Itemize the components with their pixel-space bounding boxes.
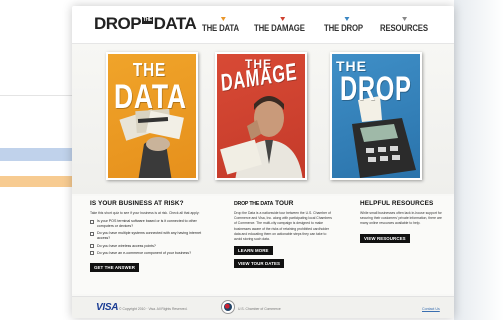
get-the-answer-button[interactable]: GET THE ANSWER (90, 262, 139, 272)
triangle-marker-icon (220, 17, 226, 21)
tour-heading: DROP THE DATA TOUR (234, 200, 334, 207)
tour-body: Drop the Data is a nationwide tour betwe… (234, 211, 332, 242)
nav-resources[interactable]: RESOURCES (380, 17, 429, 34)
nav-label: THE DATA (202, 23, 239, 34)
poster-title-main: DATA (114, 78, 187, 116)
decorative-stripe-orange (0, 176, 74, 187)
checkbox[interactable] (90, 243, 94, 248)
nav-label: RESOURCES (380, 23, 428, 34)
tour-heading-word: TOUR (275, 200, 294, 207)
tour-heading-logo: DROP THE DATA (234, 201, 274, 207)
poster-the-drop[interactable]: THE DROP (330, 52, 422, 180)
resources-body: While small businesses often lack in-hou… (360, 211, 442, 226)
risk-intro: Take this short quiz to see if your busi… (90, 211, 200, 215)
poster-the-data[interactable]: THE DATA (106, 52, 198, 180)
quiz-question[interactable]: Is your POS terminal software based or i… (90, 219, 214, 228)
copyright-text: © Copyright 2010 · Visa. All Rights Rese… (119, 307, 188, 311)
question-text: Do you have multiple systems connected w… (97, 231, 202, 240)
checkbox[interactable] (90, 219, 94, 224)
poster-title-main: DROP (340, 70, 412, 108)
panel-shadow (454, 0, 504, 320)
question-text: Is your POS terminal software based or i… (97, 219, 197, 228)
nav-label: THE DROP (324, 23, 363, 34)
poster-hero: THE DATA THE DAMAGE THE DROP (72, 44, 454, 194)
quiz-question[interactable]: Do you have an e-commerce component of y… (90, 251, 214, 256)
triangle-marker-icon (402, 17, 408, 21)
decorative-stripe (0, 95, 74, 96)
main-nav: THE DATA THE DAMAGE THE DROP RESOURCES (202, 17, 440, 34)
view-resources-button[interactable]: VIEW RESOURCES (360, 233, 410, 243)
quiz-question[interactable]: Do you have multiple systems connected w… (90, 231, 214, 240)
visa-logo[interactable]: VISA (96, 302, 118, 313)
poster-the-damage[interactable]: THE DAMAGE (215, 52, 307, 180)
quiz-question[interactable]: Do you have wireless access points? (90, 244, 214, 249)
seal-emblem-icon (224, 303, 232, 311)
nav-label: THE DAMAGE (254, 23, 305, 34)
triangle-marker-icon (344, 17, 350, 21)
logo-text-the: THE (142, 16, 153, 24)
checkbox[interactable] (90, 231, 94, 236)
decorative-stripe-blue (0, 148, 74, 161)
learn-more-button[interactable]: LEARN MORE (234, 246, 273, 256)
resources-heading: HELPFUL RESOURCES (360, 200, 434, 207)
chamber-text: U.S. Chamber of Commerce (238, 307, 281, 311)
logo-text-data: DATA (153, 14, 197, 33)
question-text: Do you have wireless access points? (97, 243, 156, 248)
risk-heading: IS YOUR BUSINESS AT RISK? (90, 200, 184, 207)
resources-section: HELPFUL RESOURCES While small businesses… (360, 200, 442, 245)
view-tour-dates-button[interactable]: VIEW TOUR DATES (234, 259, 285, 269)
question-text: Do you have an e-commerce component of y… (97, 251, 192, 256)
site-logo[interactable]: DROP THE DATA (94, 13, 197, 35)
page-panel: DROP THE DATA THE DATA THE DAMAGE THE DR… (72, 6, 454, 318)
nav-the-damage[interactable]: THE DAMAGE (254, 17, 311, 34)
tour-section: DROP THE DATA TOUR Drop the Data is a na… (234, 200, 334, 269)
contact-us-link[interactable]: Contact Us (422, 307, 440, 311)
nav-the-drop[interactable]: THE DROP (324, 17, 370, 34)
site-footer: VISA © Copyright 2010 · Visa. All Rights… (72, 296, 454, 318)
chamber-seal-icon[interactable] (221, 300, 235, 314)
risk-quiz-section: IS YOUR BUSINESS AT RISK? Take this shor… (90, 200, 214, 274)
logo-text-drop: DROP (94, 14, 142, 33)
info-columns: IS YOUR BUSINESS AT RISK? Take this shor… (72, 196, 454, 294)
checkbox[interactable] (90, 251, 94, 256)
site-header: DROP THE DATA THE DATA THE DAMAGE THE DR… (72, 6, 454, 44)
triangle-marker-icon (280, 17, 286, 21)
nav-the-data[interactable]: THE DATA (202, 17, 245, 34)
